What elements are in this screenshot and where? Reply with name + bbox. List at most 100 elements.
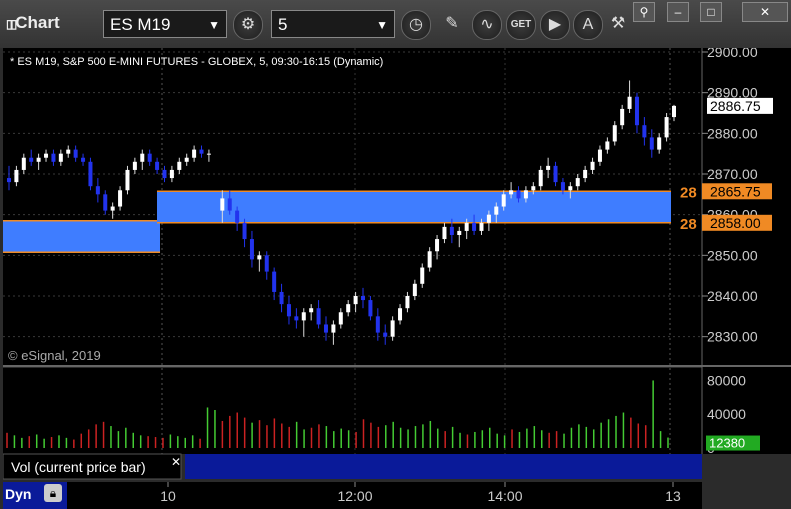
candle-body [206, 153, 211, 155]
play-icon[interactable]: ▶ [540, 10, 570, 40]
candle-body [95, 186, 100, 195]
candle-body [568, 186, 573, 191]
candle-body [405, 296, 410, 309]
candle-body [331, 324, 336, 333]
candle-body [88, 161, 93, 187]
tools-icon[interactable]: ⚒ [604, 10, 632, 38]
level-prefix-label: 28 [680, 184, 697, 201]
volume-panel-background [3, 368, 702, 454]
window-grip-icon: ▯▯ [6, 17, 17, 31]
candle-body [427, 251, 432, 268]
candle-body [249, 239, 254, 260]
candle-body [242, 222, 247, 240]
candle-body [516, 190, 521, 199]
candle-body [383, 332, 388, 337]
candle-body [672, 105, 676, 118]
price-tick-label: 2900.00 [707, 48, 758, 60]
time-tick-label: 12:00 [337, 488, 372, 504]
candle-body [435, 239, 440, 252]
candle-body [531, 186, 536, 191]
candle-body [583, 169, 588, 179]
candle-body [125, 169, 130, 191]
candle-body [235, 210, 240, 223]
candle-body [36, 157, 41, 162]
line-study-icon[interactable]: ∿ [472, 10, 502, 40]
candle-body [338, 312, 343, 325]
dynamic-label: Dyn [5, 486, 32, 502]
candle-body [118, 190, 123, 207]
candle-body [538, 169, 543, 187]
candle-body [509, 190, 514, 195]
candle-body [147, 153, 152, 162]
candle-body [523, 190, 528, 199]
candle-body [103, 194, 108, 211]
volume-tick-label: 80000 [707, 372, 746, 388]
level-label: 2858.00 [710, 215, 761, 231]
candle-body [199, 149, 204, 154]
volume-tick-label: 40000 [707, 406, 746, 422]
last-price-label: 2886.75 [710, 98, 761, 114]
maximize-icon[interactable]: □ [700, 2, 722, 22]
settings-icon[interactable]: ⚙ [233, 10, 263, 40]
candle-body [301, 312, 306, 321]
time-tick-label: 13 [665, 488, 681, 504]
price-tick-label: 2830.00 [707, 329, 758, 345]
candle-body [412, 283, 417, 296]
candle-body [361, 296, 366, 301]
candle-body [605, 141, 610, 150]
candle-body [58, 153, 63, 162]
get-icon[interactable]: GET [506, 10, 536, 40]
candle-body [575, 178, 580, 187]
price-chart[interactable]: 2900.002890.002880.002870.002860.002850.… [3, 48, 791, 509]
close-icon[interactable]: ✕ [742, 2, 788, 22]
candle-body [110, 206, 115, 211]
alert-icon[interactable]: A [573, 10, 603, 40]
window-title: ▯▯Chart [6, 13, 60, 32]
candle-body [442, 226, 447, 240]
clock-icon[interactable]: ◷ [401, 10, 431, 40]
candle-body [14, 169, 19, 183]
candle-body [21, 157, 26, 170]
pencil-icon[interactable]: ✎ [438, 10, 466, 38]
volume-legend-bar [185, 454, 702, 479]
level-label: 2865.75 [710, 183, 761, 199]
candle-body [81, 157, 86, 162]
price-tick-label: 2840.00 [707, 288, 758, 304]
price-tick-label: 2880.00 [707, 125, 758, 141]
candle-body [597, 149, 602, 162]
candle-body [162, 169, 167, 179]
candle-body [177, 161, 182, 170]
chart-window-toolbar: ▯▯Chart ES M19 ▼ ⚙ 5 ▼ ◷ ✎ ∿ GET ▶ A ⚒ ⚲… [0, 0, 791, 48]
candle-body [464, 222, 469, 231]
candle-body [390, 320, 395, 337]
candle-body [612, 125, 617, 142]
candle-body [264, 255, 269, 272]
candle-body [155, 161, 160, 170]
time-tick-label: 10 [160, 488, 176, 504]
candle-body [346, 304, 351, 313]
candle-body [494, 206, 499, 215]
candle-body [132, 161, 137, 170]
candle-body [140, 153, 145, 162]
candle-body [590, 161, 595, 170]
last-volume-label: 12380 [709, 436, 745, 451]
symbol-selector[interactable]: ES M19 ▼ [103, 10, 227, 38]
candle-body [316, 308, 321, 325]
candle-body [7, 178, 11, 183]
candle-body [375, 316, 380, 333]
interval-selector[interactable]: 5 ▼ [271, 10, 395, 38]
chevron-down-icon: ▼ [208, 18, 220, 32]
candle-body [620, 108, 625, 126]
prior-day-zone [3, 220, 160, 253]
candle-body [501, 194, 506, 207]
minimize-icon[interactable]: – [667, 2, 689, 22]
candle-body [44, 153, 49, 158]
lock-icon[interactable]: 🔒︎ [44, 484, 62, 502]
price-tick-label: 2870.00 [707, 166, 758, 182]
current-zone [157, 191, 671, 223]
candle-body [642, 125, 647, 138]
candle-body [227, 198, 232, 211]
candle-body [664, 117, 669, 138]
pin-icon[interactable]: ⚲ [633, 2, 655, 22]
candle-body [627, 96, 632, 109]
